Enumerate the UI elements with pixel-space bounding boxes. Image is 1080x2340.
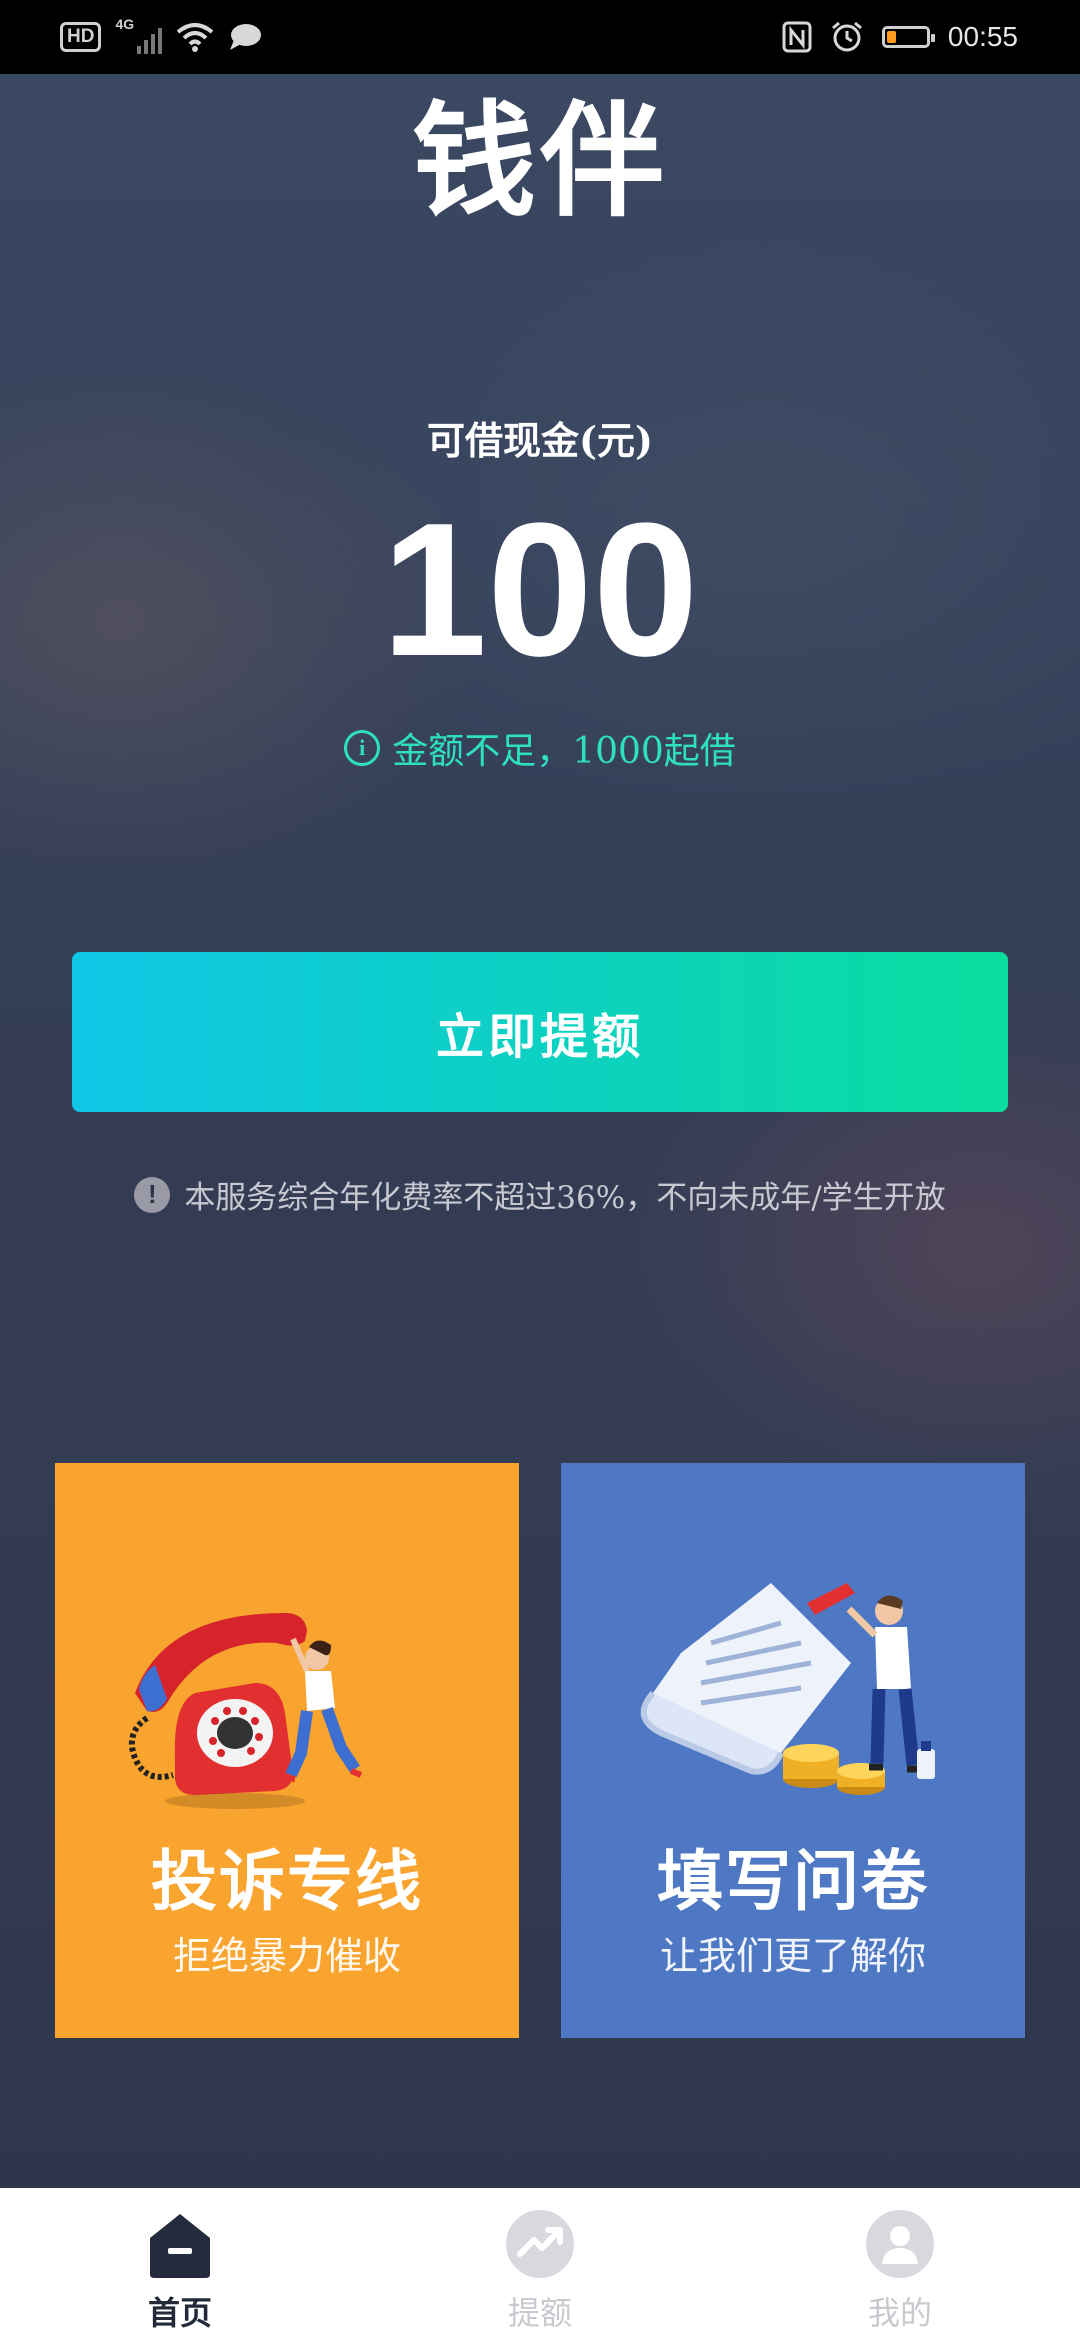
questionnaire-card[interactable]: 填写问卷 让我们更了解你 <box>561 1463 1025 2038</box>
message-icon <box>230 24 262 50</box>
nav-item-home[interactable]: 首页 <box>0 2188 360 2340</box>
amount-note-text: 金额不足，1000起借 <box>392 731 736 772</box>
trend-up-icon <box>506 2210 574 2278</box>
signal-icon: 4G <box>115 16 163 54</box>
questionnaire-icon <box>640 1583 935 1795</box>
status-time: 00:55 <box>947 21 1018 52</box>
nav-item-raise-limit[interactable]: 提额 <box>360 2188 720 2340</box>
raise-limit-button[interactable]: 立即提额 <box>72 952 1008 1112</box>
status-bar: HD 4G 00:55 <box>0 0 1080 74</box>
info-icon: i <box>344 730 381 766</box>
nav-item-profile[interactable]: 我的 <box>720 2188 1080 2340</box>
amount-note: i 金额不足，1000起借 <box>0 722 1080 774</box>
home-icon <box>150 2214 210 2278</box>
survey-card-subtitle: 让我们更了解你 <box>659 1934 926 1978</box>
raise-limit-label: 立即提额 <box>435 1009 644 1065</box>
logo-char-1: 钱 <box>411 90 540 234</box>
complaint-hotline-card[interactable]: 投诉专线 拒绝暴力催收 <box>55 1463 519 2038</box>
nfc-icon <box>782 21 812 53</box>
amount-label: 可借现金(元) <box>427 418 653 463</box>
complaint-card-title: 投诉专线 <box>151 1843 423 1920</box>
hd-icon: HD <box>60 22 102 52</box>
disclaimer-text: 本服务综合年化费率不超过36%，不向未成年/学生开放 <box>184 1180 946 1216</box>
nav-label-home: 首页 <box>147 2294 212 2332</box>
warning-icon: ! <box>134 1176 171 1213</box>
nav-label-profile: 我的 <box>867 2294 932 2332</box>
telephone-icon <box>129 1613 363 1809</box>
amount-value: 100 <box>381 484 699 696</box>
bottom-nav: 首页 提额 我的 <box>0 2188 1080 2340</box>
survey-card-title: 填写问卷 <box>657 1843 929 1920</box>
network-type: 4G <box>115 16 135 32</box>
logo-char-2: 伴 <box>540 90 669 234</box>
complaint-card-subtitle: 拒绝暴力催收 <box>172 1934 401 1978</box>
alarm-icon <box>831 21 862 52</box>
user-icon <box>866 2210 934 2278</box>
battery-icon <box>881 26 935 48</box>
nav-label-raise-limit: 提额 <box>507 2294 572 2332</box>
disclaimer: ! 本服务综合年化费率不超过36%，不向未成年/学生开放 <box>0 1172 1080 1217</box>
wifi-icon <box>177 23 214 52</box>
app-logo: 钱伴 <box>0 92 1080 232</box>
